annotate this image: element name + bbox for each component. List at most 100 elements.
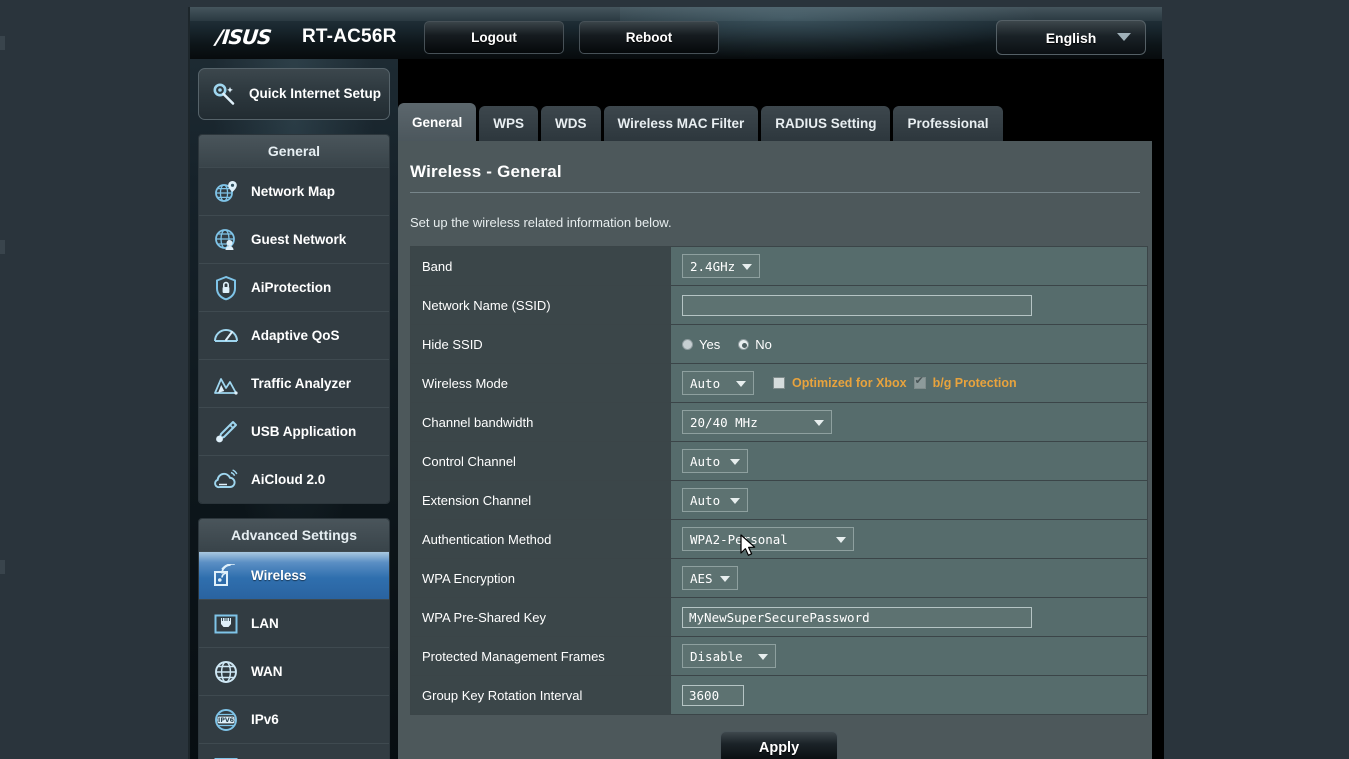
- table-row-auth-method: Authentication Method WPA2-Personal: [410, 519, 1148, 559]
- shield-lock-icon: [211, 273, 241, 303]
- language-select-value: English: [1045, 29, 1097, 46]
- protected-management-frames-select[interactable]: Disable: [682, 644, 776, 668]
- ssid-input[interactable]: [682, 294, 1032, 316]
- row-value: 20/40 MHz: [670, 402, 1148, 442]
- tab-general[interactable]: General: [398, 103, 477, 141]
- wireless-mode-select[interactable]: Auto: [682, 371, 754, 395]
- authentication-method-select[interactable]: WPA2-Personal: [682, 527, 854, 551]
- apply-button[interactable]: Apply: [720, 731, 838, 759]
- wpa-encryption-select-value: AES: [690, 570, 713, 586]
- row-value: WPA2-Personal: [670, 519, 1148, 559]
- gauge-icon: [211, 321, 241, 351]
- sidebar-group-title-general: General: [199, 135, 389, 167]
- sidebar-item-usb-application[interactable]: USB Application: [199, 407, 389, 455]
- sidebar-item-label: WAN: [251, 664, 283, 679]
- hide-ssid-yes-label: Yes: [699, 336, 721, 352]
- content-area: General WPS WDS Wireless MAC Filter RADI…: [398, 59, 1164, 759]
- sidebar-item-wireless[interactable]: Wireless: [199, 551, 389, 599]
- tab-wds[interactable]: WDS: [541, 106, 601, 141]
- tab-bar: General WPS WDS Wireless MAC Filter RADI…: [398, 103, 1006, 141]
- row-value: Disable: [670, 636, 1148, 676]
- app-header: /ISUS RT-AC56R Logout Reboot English: [190, 7, 1162, 59]
- sidebar-item-aiprotection[interactable]: AiProtection: [199, 263, 389, 311]
- tab-wps[interactable]: WPS: [479, 106, 539, 141]
- sidebar-item-label: Quick Internet Setup: [249, 86, 382, 102]
- row-label: Wireless Mode: [410, 363, 671, 403]
- sidebar-item-label: Guest Network: [251, 232, 347, 247]
- protected-management-frames-select-value: Disable: [690, 648, 743, 664]
- row-value: Auto: [670, 480, 1148, 520]
- sidebar-item-ipv6[interactable]: IPV6 IPv6: [199, 695, 389, 743]
- band-select[interactable]: 2.4GHz: [682, 254, 761, 278]
- chevron-down-icon: [730, 459, 740, 465]
- sidebar-item-label: LAN: [251, 616, 279, 631]
- row-value: [670, 285, 1148, 325]
- row-label: Hide SSID: [410, 324, 671, 364]
- hide-ssid-radio-yes[interactable]: [682, 338, 693, 350]
- channel-bandwidth-select[interactable]: 20/40 MHz: [682, 410, 832, 434]
- row-value: Auto Optimized for Xbox b/g Protection: [670, 363, 1148, 403]
- sidebar-item-guest-network[interactable]: Guest Network: [199, 215, 389, 263]
- svg-text:IPV6: IPV6: [218, 717, 234, 724]
- table-row-hide-ssid: Hide SSID Yes No: [410, 324, 1148, 364]
- authentication-method-select-value: WPA2-Personal: [690, 531, 788, 547]
- wireless-mode-select-value: Auto: [690, 375, 721, 391]
- language-select[interactable]: English: [996, 20, 1146, 55]
- hide-ssid-radio-no[interactable]: [738, 338, 750, 350]
- sidebar-item-adaptive-qos[interactable]: Adaptive QoS: [199, 311, 389, 359]
- row-label: WPA Encryption: [410, 558, 671, 598]
- group-key-rotation-interval-input[interactable]: [682, 684, 744, 706]
- sidebar-item-wan[interactable]: WAN: [199, 647, 389, 695]
- asus-logo: /ISUS: [214, 25, 273, 49]
- row-label: Band: [410, 246, 671, 286]
- sidebar-item-lan[interactable]: LAN: [199, 599, 389, 647]
- wifi-signal-icon: [211, 561, 241, 591]
- table-row-group-key: Group Key Rotation Interval: [410, 675, 1148, 715]
- chevron-down-icon: [736, 381, 746, 387]
- sidebar-item-label: Adaptive QoS: [251, 328, 340, 343]
- usb-app-icon: [211, 417, 241, 447]
- row-value: [670, 675, 1148, 715]
- control-channel-select-value: Auto: [690, 453, 721, 469]
- page-edge-mark: [0, 560, 5, 574]
- optimized-for-xbox-label: Optimized for Xbox: [792, 376, 907, 390]
- traffic-chart-icon: [211, 369, 241, 399]
- sidebar-item-label: Network Map: [251, 184, 336, 199]
- sidebar-item-vpn[interactable]: VPN: [199, 743, 389, 759]
- page-root: /ISUS RT-AC56R Logout Reboot English Ope…: [0, 0, 1349, 759]
- row-value: 2.4GHz: [670, 246, 1148, 286]
- bg-protection-checkbox[interactable]: [913, 375, 926, 389]
- row-label: WPA Pre-Shared Key: [410, 597, 671, 637]
- chevron-down-icon: [814, 420, 824, 426]
- tab-radius-setting[interactable]: RADIUS Setting: [761, 106, 891, 141]
- wireless-settings-table: Band 2.4GHz Network Name (SSID) Hide SSI…: [410, 246, 1148, 715]
- tab-wireless-mac-filter[interactable]: Wireless MAC Filter: [603, 106, 759, 141]
- sidebar-item-aicloud[interactable]: AiCloud 2.0: [199, 455, 389, 503]
- chevron-down-icon: [1117, 33, 1131, 41]
- cloud-icon: [211, 465, 241, 495]
- row-value: [670, 597, 1148, 637]
- sidebar-item-traffic-analyzer[interactable]: Traffic Analyzer: [199, 359, 389, 407]
- row-label: Control Channel: [410, 441, 671, 481]
- chevron-down-icon: [758, 654, 768, 660]
- control-channel-select[interactable]: Auto: [682, 449, 748, 473]
- tab-professional[interactable]: Professional: [893, 106, 1003, 141]
- sidebar-item-network-map[interactable]: Network Map: [199, 167, 389, 215]
- extension-channel-select-value: Auto: [690, 492, 721, 508]
- wpa-encryption-select[interactable]: AES: [682, 566, 738, 590]
- apply-button-row: Apply: [410, 715, 1148, 759]
- row-label: Channel bandwidth: [410, 402, 671, 442]
- sidebar-item-label: IPv6: [251, 712, 279, 727]
- logout-button[interactable]: Logout: [424, 21, 564, 54]
- quick-setup-wand-icon: [209, 79, 239, 109]
- sidebar-group-advanced: Advanced Settings Wireless LAN WAN IPV6 …: [198, 518, 390, 759]
- extension-channel-select[interactable]: Auto: [682, 488, 748, 512]
- row-label: Protected Management Frames: [410, 636, 671, 676]
- table-row-ssid: Network Name (SSID): [410, 285, 1148, 325]
- optimized-for-xbox-checkbox[interactable]: [773, 377, 785, 389]
- sidebar-group-title-advanced: Advanced Settings: [199, 519, 389, 551]
- sidebar-item-quick-internet-setup[interactable]: Quick Internet Setup: [198, 68, 390, 120]
- vpn-monitor-icon: [211, 753, 241, 759]
- wpa-preshared-key-input[interactable]: [682, 606, 1032, 628]
- reboot-button[interactable]: Reboot: [579, 21, 719, 54]
